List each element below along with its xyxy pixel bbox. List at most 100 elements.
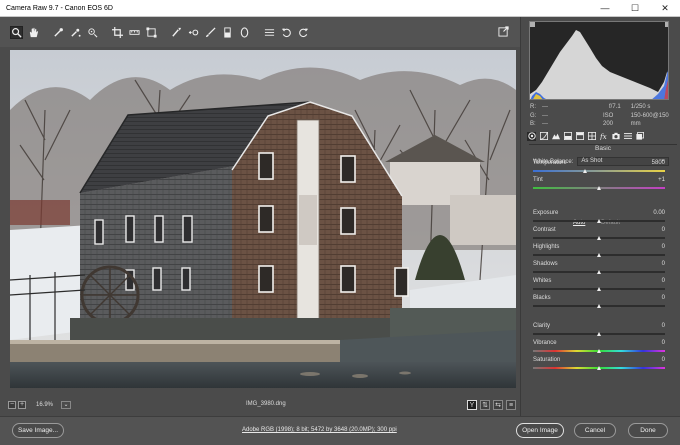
whites-thumb[interactable] [596,287,601,291]
temperature-track[interactable] [533,170,665,172]
done-button[interactable]: Done [628,423,668,438]
tab-split-toning[interactable] [575,132,584,141]
contrast-value[interactable]: 0 [662,227,665,233]
tint-thumb[interactable] [596,186,601,190]
color-sampler-tool[interactable] [69,26,82,39]
svg-text:fx: fx [600,132,607,140]
camera-info: f/7.1 1/250 s ISO 200 150-600@150 mm [581,103,675,129]
view-buttons: Y ⇅ ⇆ ≡ [464,400,516,410]
whites-value[interactable]: 0 [662,278,665,284]
vibrance-value[interactable]: 0 [662,340,665,346]
lens-value: 150-600@150 mm [630,112,669,128]
contrast-slider[interactable]: Contrast 0 [533,227,665,241]
temperature-value[interactable]: 5800 [652,160,665,166]
save-image-button[interactable]: Save Image... [12,423,64,438]
exposure-slider[interactable]: Exposure 0.00 [533,210,665,224]
tint-label: Tint [533,177,543,183]
g-value: --- [542,112,548,119]
blacks-value[interactable]: 0 [662,295,665,301]
shadows-slider[interactable]: Shadows 0 [533,261,665,275]
histogram [529,21,669,100]
tab-detail[interactable] [551,132,560,141]
saturation-slider[interactable]: Saturation 0 [533,357,665,371]
hand-tool[interactable] [27,26,40,39]
zoom-tool[interactable] [10,25,23,39]
open-image-button[interactable]: Open Image [516,423,564,438]
white-balance-tool[interactable] [52,26,65,39]
tab-snapshots[interactable] [635,132,644,141]
rotate-ccw-icon [281,27,291,37]
contrast-thumb[interactable] [596,236,601,240]
adjustment-brush-tool[interactable] [204,26,217,39]
red-eye-tool[interactable] [187,26,200,39]
before-after-toggle[interactable]: Y [467,400,477,410]
blacks-thumb[interactable] [596,304,601,308]
tab-camera-calibration[interactable] [611,132,620,141]
highlights-slider[interactable]: Highlights 0 [533,244,665,258]
rotate-left-tool[interactable] [280,26,293,39]
exposure-thumb[interactable] [596,219,601,223]
hsl-icon [563,132,572,140]
fullscreen-toggle[interactable] [497,25,510,38]
shadows-thumb[interactable] [596,270,601,274]
tab-presets[interactable] [623,132,632,141]
exposure-value[interactable]: 0.00 [653,210,665,216]
gradient-icon [224,26,231,38]
workflow-options-link[interactable]: Adobe RGB (1998); 8 bit; 5472 by 3648 (2… [242,427,397,433]
vibrance-slider[interactable]: Vibrance 0 [533,340,665,354]
tint-slider[interactable]: Tint +1 [533,177,665,191]
tab-lens-corrections[interactable] [587,132,596,141]
saturation-thumb[interactable] [596,366,601,370]
cancel-button[interactable]: Cancel [574,423,616,438]
clarity-thumb[interactable] [596,332,601,336]
brush-icon [205,26,216,37]
zoom-in-button[interactable]: + [18,401,26,409]
vibrance-thumb[interactable] [596,349,601,353]
crop-tool[interactable] [111,26,124,39]
snapshot-icon [635,132,644,140]
blacks-label: Blacks [533,295,551,301]
maximize-button[interactable]: ☐ [620,0,650,17]
highlights-thumb[interactable] [596,253,601,257]
zoom-dropdown[interactable]: ⌄ [61,401,72,409]
minimize-button[interactable]: — [590,0,620,17]
image-preview[interactable] [10,50,516,388]
saturation-value[interactable]: 0 [662,357,665,363]
rotate-right-tool[interactable] [297,26,310,39]
tint-value[interactable]: +1 [658,177,665,183]
shadows-value[interactable]: 0 [662,261,665,267]
copy-settings-button[interactable]: ⇆ [493,400,503,410]
clarity-value[interactable]: 0 [662,323,665,329]
tab-basic[interactable] [527,131,536,141]
spot-removal-tool[interactable] [170,26,183,39]
straighten-tool[interactable] [128,26,141,39]
highlights-label: Highlights [533,244,560,250]
highlights-value[interactable]: 0 [662,244,665,250]
graduated-filter-tool[interactable] [221,26,234,39]
zoom-out-button[interactable]: − [8,401,16,409]
targeted-adjustment-tool[interactable] [86,26,99,39]
blacks-slider[interactable]: Blacks 0 [533,295,665,309]
clarity-slider[interactable]: Clarity 0 [533,323,665,337]
temperature-slider[interactable]: Temperature 5800 [533,160,665,174]
bottom-bar: Save Image... Adobe RGB (1998); 8 bit; 5… [0,416,680,445]
whites-slider[interactable]: Whites 0 [533,278,665,292]
preferences-tool[interactable] [263,26,276,39]
tab-effects[interactable]: fx [599,132,608,141]
target-icon [88,27,98,37]
transform-icon [146,26,157,38]
transform-tool[interactable] [145,26,158,39]
temperature-thumb[interactable] [583,169,588,173]
close-button[interactable]: ✕ [650,0,680,17]
ellipse-icon [240,26,249,38]
tab-tone-curve[interactable] [539,132,548,141]
export-icon [498,26,509,37]
radial-filter-tool[interactable] [238,26,251,39]
swap-settings-button[interactable]: ⇅ [480,400,490,410]
tab-hsl[interactable] [563,132,572,141]
histogram-graph [530,22,668,99]
aperture-value: f/7.1 [609,104,621,110]
toggle-settings-button[interactable]: ≡ [506,400,516,410]
pixel-readout: R: --- G: --- B: --- f/7.1 1/250 s ISO 200 15… [529,103,674,129]
saturation-label: Saturation [533,357,561,363]
